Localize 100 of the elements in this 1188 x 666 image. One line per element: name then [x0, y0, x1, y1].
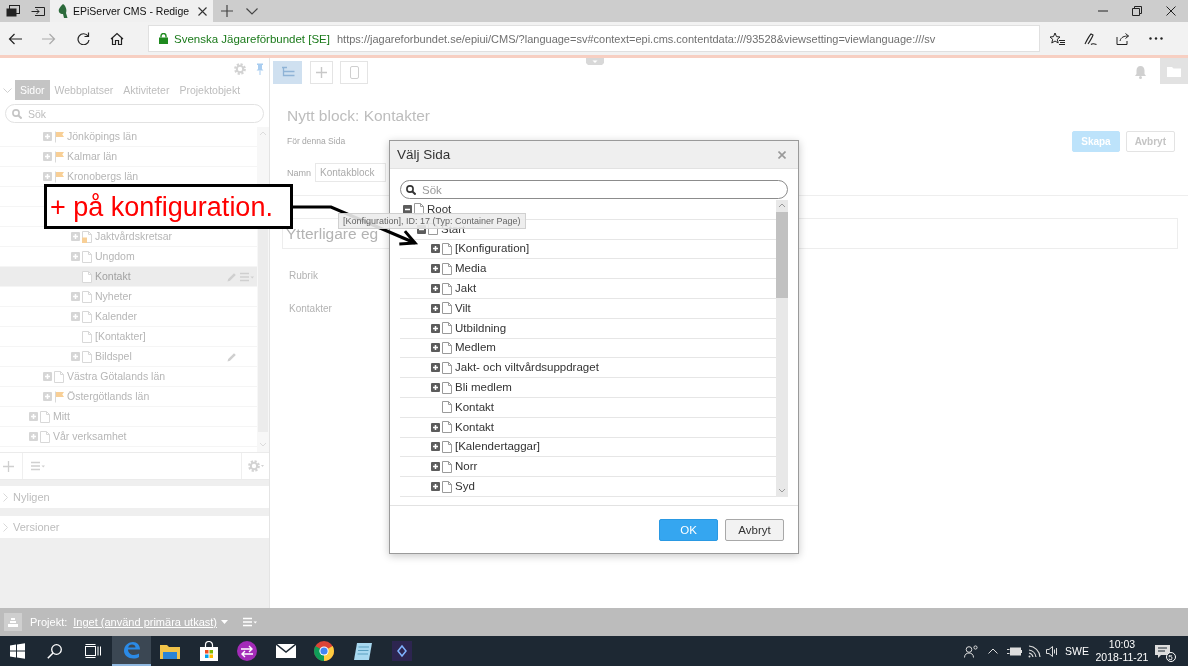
tree-icon: [280, 66, 295, 78]
chevron-right-icon: [3, 522, 8, 532]
expand-icon[interactable]: [431, 244, 440, 254]
tree-item[interactable]: Östergötlands län: [0, 387, 257, 407]
cancel-button[interactable]: Avbryt: [725, 518, 784, 541]
page-icon: [442, 302, 452, 315]
address-bar[interactable]: Svenska Jägareförbundet [SE] https://jagareforbundet.se/epiui/CMS/?language=sv#context=epi.cms.contentdata:///93528&viewsetting=viewlanguage:///sv: [148, 25, 1040, 52]
tree-item[interactable]: Vår verksamhet: [0, 427, 257, 447]
round-logo-icon: [314, 641, 335, 661]
collapse-icon[interactable]: [403, 204, 412, 214]
flag-icon: [54, 390, 64, 403]
property-label: Rubrik: [289, 269, 318, 283]
expand-icon[interactable]: [431, 323, 440, 333]
section-header[interactable]: Nyligen: [0, 486, 269, 508]
clock-date[interactable]: 2018-11-21: [1095, 651, 1149, 664]
notification-icon[interactable]: [1154, 644, 1170, 658]
language-indicator[interactable]: SWE: [1065, 645, 1089, 657]
folder-icon: [1167, 65, 1181, 77]
page-icon: [82, 290, 92, 303]
windows-logo-icon[interactable]: [10, 643, 25, 659]
section-header[interactable]: Versioner: [0, 516, 269, 538]
property-label: Kontakter: [289, 302, 332, 316]
tree-item[interactable]: Kalmar län: [0, 147, 257, 167]
back-icon[interactable]: [8, 32, 22, 45]
pen-icon[interactable]: [1082, 31, 1097, 46]
browser-icon: [121, 640, 142, 660]
expand-icon[interactable]: [431, 303, 440, 313]
chevron-up-icon[interactable]: [988, 648, 998, 654]
search-field[interactable]: Sök: [400, 180, 788, 199]
tree-item[interactable]: Kontakt: [400, 417, 776, 438]
tree-item[interactable]: Jakt- och viltvårdsuppdraget: [400, 358, 776, 379]
lock-icon: [159, 33, 168, 44]
scrollbar[interactable]: [776, 200, 788, 497]
close-icon[interactable]: [1166, 6, 1176, 16]
tree-item[interactable]: Vilt: [400, 299, 776, 319]
url-text: https://jagareforbundet.se/epiui/CMS/?language=sv#context=epi.cms.contentdata:///93528&viewsetting=viewlanguage:///sv: [337, 32, 936, 45]
tree-item[interactable]: Utbildning: [400, 318, 776, 339]
tree-item[interactable]: Kalender: [0, 307, 257, 327]
new-tab-icon[interactable]: [221, 5, 234, 17]
panel-toggle-button[interactable]: [1160, 58, 1188, 84]
tree-item[interactable]: Västra Götalands län: [0, 367, 257, 387]
tree-item[interactable]: Medlem: [400, 338, 776, 359]
create-button[interactable]: Skapa: [1072, 131, 1120, 152]
home-icon[interactable]: [110, 32, 124, 45]
expand-icon[interactable]: [431, 462, 440, 472]
person-icon[interactable]: [964, 644, 978, 658]
tabs-aside-icon[interactable]: [5, 5, 20, 17]
expand-icon[interactable]: [431, 264, 440, 274]
flag-icon: [54, 150, 64, 163]
tree-item[interactable]: Mitt: [0, 407, 257, 427]
ok-button[interactable]: OK: [659, 518, 718, 541]
expand-icon[interactable]: [431, 422, 440, 432]
tree-item[interactable]: Bli medlem: [400, 378, 776, 398]
search-icon[interactable]: [46, 643, 62, 659]
notepad-icon: [354, 641, 373, 661]
clock-time[interactable]: 10:03: [1108, 638, 1136, 651]
tree-item[interactable]: Jönköpings län: [0, 127, 257, 147]
chevron-down-icon[interactable]: [246, 7, 259, 15]
task-view-icon[interactable]: [84, 644, 101, 658]
name-input[interactable]: Kontakblock: [315, 163, 386, 182]
restore-icon[interactable]: [1132, 6, 1142, 16]
tree-item[interactable]: [Kalendertaggar]: [400, 437, 776, 458]
speaker-icon[interactable]: [1045, 645, 1059, 657]
show-tabs-icon[interactable]: [30, 5, 45, 17]
caret-icon: [221, 620, 228, 624]
tab[interactable]: Webbplatser: [49, 80, 119, 100]
expand-icon[interactable]: [431, 363, 440, 373]
tree-item[interactable]: Norr: [400, 457, 776, 478]
page-icon: [442, 262, 452, 275]
tab[interactable]: Sidor: [15, 80, 50, 100]
annotation-callout: + på konfiguration.: [44, 184, 293, 229]
page-subheading: För denna Sida: [287, 136, 346, 147]
tree-item[interactable]: [Kontakter]: [0, 327, 257, 347]
browser-tab[interactable]: EPiServer CMS - Redige: [50, 0, 214, 22]
tree-item[interactable]: Syd: [400, 477, 776, 497]
tree-item[interactable]: Media: [400, 259, 776, 280]
project-link[interactable]: Inget (använd primära utkast): [73, 616, 228, 628]
favorites-icon[interactable]: [1048, 31, 1065, 46]
expand-icon[interactable]: [431, 442, 440, 452]
expand-icon[interactable]: [431, 482, 440, 492]
tab[interactable]: Aktiviteter: [118, 80, 175, 100]
tree-item[interactable]: Nyheter: [0, 287, 257, 307]
page-icon: [442, 322, 452, 335]
expand-icon[interactable]: [431, 343, 440, 353]
battery-icon[interactable]: [1006, 646, 1022, 656]
page-icon: [442, 381, 452, 394]
wifi-icon[interactable]: [1027, 644, 1041, 658]
cancel-button[interactable]: Avbryt: [1125, 131, 1175, 152]
expand-icon[interactable]: [431, 284, 440, 294]
close-icon[interactable]: [198, 6, 208, 16]
tree-item[interactable]: Jakt: [400, 279, 776, 299]
expand-icon[interactable]: [431, 383, 440, 393]
tree-item[interactable]: Kontakt: [400, 397, 776, 418]
tree-item[interactable]: [Konfiguration]: [400, 239, 776, 260]
tab[interactable]: Projektobjekt: [174, 80, 246, 100]
page-icon: [442, 282, 452, 295]
share-icon[interactable]: [1115, 32, 1130, 45]
more-icon[interactable]: [1148, 37, 1163, 40]
refresh-icon[interactable]: [76, 32, 90, 45]
page-icon: [82, 270, 92, 283]
